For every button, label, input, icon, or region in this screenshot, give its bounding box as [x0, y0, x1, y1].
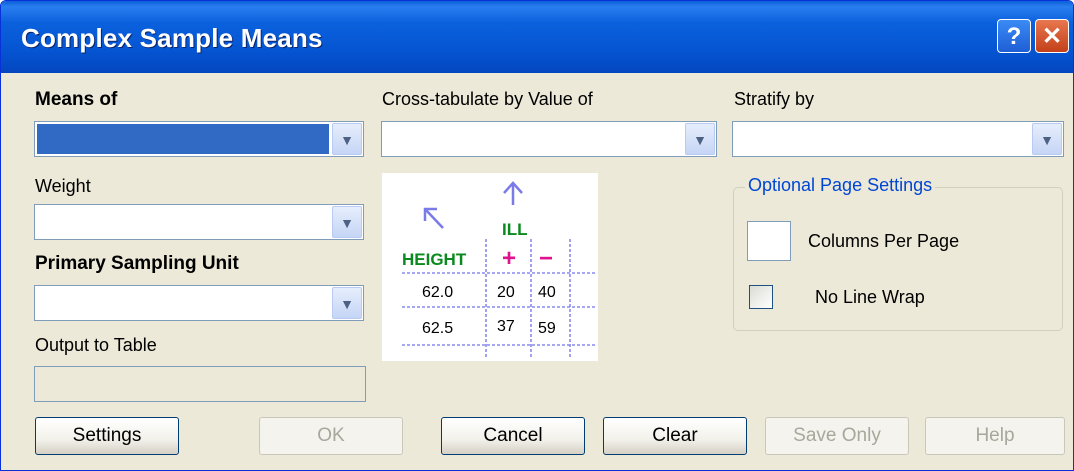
no-line-wrap-label: No Line Wrap [815, 287, 925, 307]
cross-tab-label: Cross-tabulate by Value of [382, 89, 593, 109]
psu-value [37, 288, 329, 318]
psu-label: Primary Sampling Unit [35, 253, 239, 274]
illus-row-var: HEIGHT [402, 250, 467, 269]
illus-col-var: ILL [502, 220, 528, 239]
arrow-diagonal-icon [423, 207, 444, 229]
stratify-label: Stratify by [734, 89, 815, 109]
weight-label: Weight [35, 176, 91, 196]
columns-per-page-input[interactable] [747, 221, 791, 261]
chevron-down-icon[interactable]: ▼ [685, 123, 715, 155]
cross-tab-illustration: ILL HEIGHT + − 62.0 20 40 62.5 37 59 [382, 173, 598, 361]
question-icon: ? [1006, 23, 1022, 50]
psu-dropdown[interactable]: ▼ [34, 285, 364, 321]
weight-dropdown[interactable]: ▼ [34, 204, 364, 240]
optional-page-settings-title: Optional Page Settings [745, 175, 936, 196]
illus-row1-minus: 40 [538, 284, 556, 301]
help-button[interactable]: Help [925, 417, 1065, 455]
close-icon: ✕ [1041, 23, 1063, 50]
means-of-value [37, 124, 329, 154]
window-title: Complex Sample Means [21, 23, 323, 53]
chevron-down-icon[interactable]: ▼ [332, 287, 362, 319]
chevron-down-icon[interactable]: ▼ [332, 123, 362, 155]
help-title-button[interactable]: ? [997, 19, 1031, 53]
settings-button[interactable]: Settings [35, 417, 179, 455]
columns-per-page-label: Columns Per Page [808, 231, 960, 251]
arrow-up-icon [503, 181, 523, 205]
save-only-button[interactable]: Save Only [765, 417, 909, 455]
ok-button[interactable]: OK [259, 417, 403, 455]
means-of-label: Means of [35, 89, 118, 110]
no-line-wrap-checkbox[interactable] [749, 285, 773, 309]
means-of-dropdown[interactable]: ▼ [34, 121, 364, 157]
illus-row2-plus: 37 [497, 318, 515, 335]
output-table-field [34, 366, 366, 402]
chevron-down-icon[interactable]: ▼ [1032, 123, 1062, 155]
chevron-down-icon[interactable]: ▼ [332, 206, 362, 238]
clear-button[interactable]: Clear [603, 417, 747, 455]
dialog-body: Means of ▼ Cross-tabulate by Value of ▼ … [1, 73, 1073, 470]
illus-row1-label: 62.0 [422, 284, 453, 301]
close-button[interactable]: ✕ [1035, 19, 1069, 53]
illus-row2-label: 62.5 [422, 320, 453, 337]
weight-value [37, 207, 329, 237]
title-bar[interactable]: Complex Sample Means ? ✕ [1, 1, 1073, 73]
stratify-value [735, 124, 1029, 154]
illus-row2-minus: 59 [538, 320, 556, 337]
stratify-dropdown[interactable]: ▼ [732, 121, 1064, 157]
dialog-window: Complex Sample Means ? ✕ Means of ▼ Cros… [0, 0, 1074, 471]
cross-tab-value [384, 124, 682, 154]
output-label: Output to Table [35, 335, 157, 355]
illustration-graphic: ILL HEIGHT + − 62.0 20 40 62.5 37 59 [402, 181, 596, 358]
illus-row1-plus: 20 [497, 284, 515, 301]
cross-tab-dropdown[interactable]: ▼ [381, 121, 717, 157]
cancel-button[interactable]: Cancel [441, 417, 585, 455]
illus-plus: + [502, 245, 516, 272]
illus-minus: − [539, 245, 553, 272]
